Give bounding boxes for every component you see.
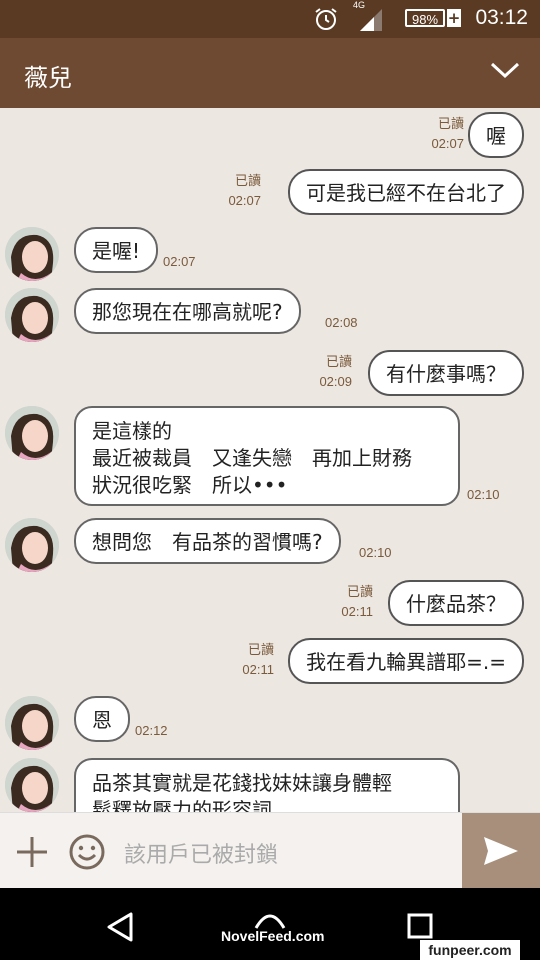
message-bubble-incoming[interactable]: 恩 [74,696,130,742]
recents-icon[interactable] [407,913,433,939]
chevron-down-icon[interactable] [490,60,520,82]
message-meta: 已讀 02:11 [341,582,373,622]
avatar-image [5,696,59,750]
watermark-text: NovelFeed.com [221,928,325,944]
message-bubble-outgoing[interactable]: 有什麼事嗎？ [368,350,524,396]
message-time: 02:07 [228,193,261,208]
site-watermark: funpeer.com [420,940,520,960]
status-time: 03:12 [475,6,528,29]
avatar[interactable] [5,288,59,342]
status-bar: 4G 98% + 03:12 [0,0,540,38]
message-bubble-outgoing[interactable]: 什麼品茶？ [388,580,524,626]
charging-icon: + [447,9,461,27]
send-button[interactable] [462,813,540,889]
message-meta: 已讀 02:11 [242,640,274,680]
avatar[interactable] [5,758,59,812]
avatar-image [5,227,59,281]
message-time: 02:10 [467,487,500,502]
read-receipt: 已讀 [234,173,261,188]
message-time: 02:12 [135,723,168,738]
avatar[interactable] [5,696,59,750]
chat-area[interactable]: 已讀 02:07 喔 已讀 02:07 可是我已經不在台北了 是喔! 02:07… [0,108,540,812]
message-bubble-incoming[interactable]: 品茶其實就是花錢找妹妹讓身體輕 鬆釋放壓力的形容詞 [74,758,460,812]
message-bubble-incoming[interactable]: 是喔! [74,227,159,273]
message-time: 02:09 [319,374,352,389]
avatar-image [5,406,59,460]
avatar-image [5,758,59,812]
read-receipt: 已讀 [437,116,464,131]
message-meta: 已讀 02:07 [228,171,261,211]
message-bubble-outgoing[interactable]: 可是我已經不在台北了 [288,169,524,215]
send-icon [484,837,518,865]
message-bubble-outgoing[interactable]: 我在看九輪異譜耶=.= [288,638,524,684]
read-receipt: 已讀 [346,584,373,599]
message-time: 02:07 [163,254,196,269]
navigation-bar: NovelFeed.com funpeer.com [0,888,540,960]
message-bubble-outgoing[interactable]: 喔 [468,112,524,158]
plus-icon[interactable] [15,835,49,869]
message-meta: 已讀 02:09 [319,352,352,392]
message-bubble-incoming[interactable]: 想問您 有品茶的習慣嗎? [74,518,341,564]
read-receipt: 已讀 [247,642,274,657]
message-bubble-incoming[interactable]: 那您現在在哪高就呢? [74,288,301,334]
chat-header: 薇兒 [0,38,540,108]
avatar[interactable] [5,406,59,460]
avatar-image [5,518,59,572]
signal-icon [360,9,382,31]
read-receipt: 已讀 [325,354,352,369]
emoji-icon[interactable] [68,833,106,871]
alarm-icon [315,8,337,30]
back-icon[interactable] [106,912,134,942]
message-time: 02:07 [431,136,464,151]
message-input-bar: 該用戶已被封鎖 [0,812,540,889]
message-meta: 已讀 02:07 [431,114,464,154]
message-time: 02:08 [325,315,358,330]
message-time: 02:10 [359,545,392,560]
avatar[interactable] [5,227,59,281]
avatar[interactable] [5,518,59,572]
home-icon[interactable] [254,910,286,930]
avatar-image [5,288,59,342]
battery-level: 98% [405,9,445,27]
contact-name: 薇兒 [24,64,72,92]
message-input[interactable]: 該用戶已被封鎖 [124,837,278,869]
message-time: 02:11 [341,604,373,619]
message-bubble-incoming[interactable]: 是這樣的 最近被裁員 又逢失戀 再加上財務 狀況很吃緊 所以••• [74,406,460,506]
message-time: 02:11 [242,662,274,677]
